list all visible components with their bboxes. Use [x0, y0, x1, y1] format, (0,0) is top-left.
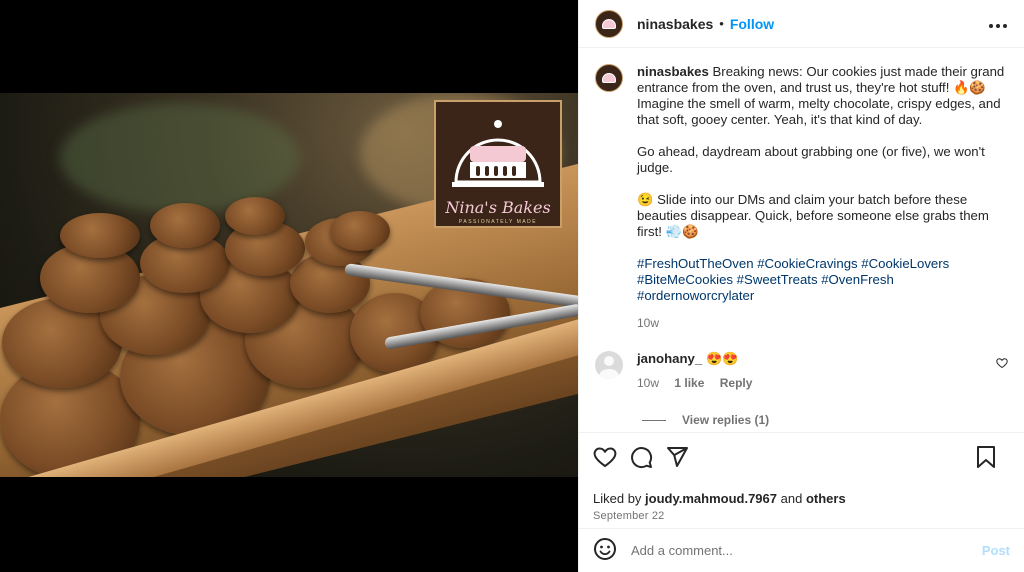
more-icon[interactable]	[988, 13, 1008, 34]
post-panel: ninasbakes • Follow ninasbakes Breaking …	[578, 0, 1024, 572]
caption-hashtags[interactable]: #FreshOutTheOven #CookieCravings #Cookie…	[637, 256, 1007, 304]
liked-by: Liked by joudy.mahmoud.7967 and others	[593, 491, 1008, 506]
comment-heart-icon[interactable]	[996, 357, 1008, 390]
comment-time[interactable]: 10w	[637, 376, 659, 390]
commenter-avatar[interactable]	[595, 351, 623, 379]
caption-time[interactable]: 10w	[637, 315, 1007, 331]
comment-icon[interactable]	[629, 445, 653, 469]
view-replies-button[interactable]: View replies (1)	[642, 413, 1008, 427]
cake-dome-icon	[452, 120, 544, 187]
caption-username[interactable]: ninasbakes	[637, 64, 709, 79]
liked-by-user[interactable]: joudy.mahmoud.7967	[645, 491, 777, 506]
reply-button[interactable]: Reply	[720, 376, 753, 390]
liked-by-prefix: Liked by	[593, 491, 642, 506]
post-header: ninasbakes • Follow	[579, 0, 1024, 48]
post-actions: Liked by joudy.mahmoud.7967 and others S…	[579, 432, 1024, 522]
commenter-username[interactable]: janohany_	[637, 351, 702, 366]
logo-tagline: PASSIONATELY MADE	[458, 219, 538, 225]
follow-button[interactable]: Follow	[730, 16, 774, 32]
brand-logo: Nina's Bakes PASSIONATELY MADE	[434, 100, 562, 228]
post-comment-button[interactable]: Post	[982, 543, 1010, 558]
caption-paragraph-3: 😉 Slide into our DMs and claim your batc…	[637, 192, 989, 239]
emoji-icon[interactable]	[593, 537, 617, 564]
comment-item: janohany_ 😍😍 10w 1 like Reply	[595, 351, 1008, 390]
replies-divider	[642, 419, 666, 421]
author-username[interactable]: ninasbakes	[637, 16, 713, 32]
comment-likes[interactable]: 1 like	[674, 376, 704, 390]
separator-dot: •	[719, 16, 724, 31]
caption-avatar[interactable]	[595, 64, 623, 92]
liked-by-others[interactable]: others	[806, 491, 846, 506]
comment-composer: Post	[579, 528, 1024, 572]
caption-paragraph-2: Go ahead, daydream about grabbing one (o…	[637, 144, 985, 175]
post-media[interactable]: Nina's Bakes PASSIONATELY MADE	[0, 0, 578, 572]
share-icon[interactable]	[665, 445, 689, 469]
comment-input[interactable]	[631, 543, 982, 558]
post-date[interactable]: September 22	[593, 510, 1008, 522]
comments-scroll[interactable]: ninasbakes Breaking news: Our cookies ju…	[579, 48, 1024, 431]
heart-icon[interactable]	[593, 445, 617, 469]
bookmark-icon[interactable]	[976, 446, 996, 468]
logo-brand-name: Nina's Bakes	[445, 198, 551, 217]
caption: ninasbakes Breaking news: Our cookies ju…	[595, 64, 1008, 331]
view-replies-label: View replies (1)	[682, 413, 770, 427]
author-avatar[interactable]	[595, 9, 623, 38]
comment-text: 😍😍	[706, 351, 739, 366]
liked-by-and: and	[780, 491, 803, 506]
